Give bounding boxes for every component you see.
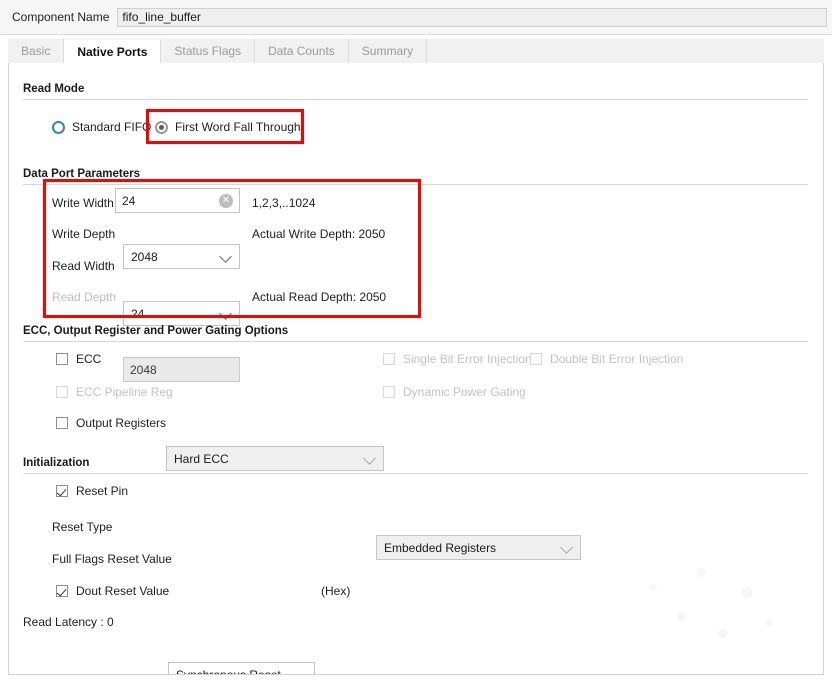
write-width-value: 24: [116, 194, 135, 208]
background-watermark: [609, 556, 809, 648]
read-mode-section-title: Read Mode: [23, 83, 84, 95]
chevron-down-icon: [363, 452, 376, 465]
tab-data-counts[interactable]: Data Counts: [255, 39, 349, 64]
checkbox-reset-pin-box: [56, 485, 68, 497]
chevron-down-icon: [294, 668, 307, 675]
read-depth-value: 2048: [124, 363, 157, 377]
actual-write-depth-note: Actual Write Depth: 2050: [252, 227, 385, 241]
radio-standard-fifo-label: Standard FIFO: [72, 120, 151, 134]
full-flags-reset-label: Full Flags Reset Value: [52, 552, 172, 566]
tab-status-flags[interactable]: Status Flags: [161, 39, 255, 64]
output-registers-dropdown[interactable]: Embedded Registers: [376, 535, 581, 560]
checkbox-ecc-pipeline-reg-label: ECC Pipeline Reg: [76, 385, 173, 399]
checkbox-reset-pin-label: Reset Pin: [76, 484, 128, 498]
checkbox-ecc-pipeline-reg-box: [56, 386, 68, 398]
write-depth-label: Write Depth: [52, 227, 117, 241]
checkbox-dout-reset-value[interactable]: Dout Reset Value: [56, 584, 169, 598]
read-depth-input: 2048: [123, 357, 240, 382]
native-ports-page: Read Mode Standard FIFO First Word Fall …: [8, 63, 824, 675]
read-latency-text: Read Latency : 0: [23, 615, 114, 629]
chevron-down-icon: [560, 541, 573, 554]
checkbox-reset-pin[interactable]: Reset Pin: [56, 484, 128, 498]
data-port-section-title: Data Port Parameters: [23, 168, 140, 180]
checkbox-ecc-pipeline-reg: ECC Pipeline Reg: [56, 385, 173, 399]
initialization-divider: [23, 473, 808, 474]
ecc-section-title: ECC, Output Register and Power Gating Op…: [23, 325, 288, 337]
checkbox-single-bit-error-injection: Single Bit Error Injection: [383, 352, 532, 366]
checkbox-output-registers-label: Output Registers: [76, 416, 166, 430]
radio-first-word-fall-through[interactable]: First Word Fall Through: [155, 120, 301, 134]
chevron-down-icon: [219, 307, 232, 320]
component-name-label: Component Name: [12, 10, 109, 24]
actual-read-depth-note: Actual Read Depth: 2050: [252, 290, 386, 304]
write-width-input[interactable]: 24 ✕: [115, 188, 240, 213]
radio-first-word-fall-through-indicator: [155, 121, 168, 134]
component-name-bar: Component Name: [0, 0, 832, 35]
checkbox-output-registers[interactable]: Output Registers: [56, 416, 166, 430]
radio-standard-fifo[interactable]: Standard FIFO: [52, 120, 151, 134]
initialization-section-title: Initialization: [23, 457, 89, 469]
checkbox-dout-reset-value-label: Dout Reset Value: [76, 584, 169, 598]
dout-reset-value-suffix: (Hex): [321, 584, 350, 598]
read-mode-divider: [23, 99, 808, 100]
radio-first-word-fall-through-label: First Word Fall Through: [175, 120, 301, 134]
write-depth-dropdown[interactable]: 2048: [123, 244, 240, 269]
data-port-divider: [23, 184, 808, 185]
reset-type-value: Synchronous Reset: [169, 668, 281, 676]
chevron-down-icon: [219, 250, 232, 263]
checkbox-ecc-label: ECC: [76, 352, 101, 366]
tab-native-ports[interactable]: Native Ports: [64, 40, 161, 65]
tab-summary[interactable]: Summary: [349, 39, 427, 64]
tab-basic[interactable]: Basic: [8, 39, 64, 64]
checkbox-double-bit-error-injection: Double Bit Error Injection: [530, 352, 683, 366]
radio-standard-fifo-indicator: [52, 121, 65, 134]
checkbox-ecc[interactable]: ECC: [56, 352, 101, 366]
read-width-dropdown[interactable]: 24: [123, 301, 240, 326]
write-width-label: Write Width: [52, 196, 117, 210]
read-depth-label: Read Depth: [52, 290, 117, 304]
checkbox-double-bit-error-injection-label: Double Bit Error Injection: [550, 352, 683, 366]
checkbox-single-bit-error-injection-label: Single Bit Error Injection: [403, 352, 532, 366]
clear-icon[interactable]: ✕: [219, 194, 233, 208]
ecc-divider: [23, 341, 808, 342]
component-name-input[interactable]: [117, 8, 827, 27]
reset-type-label: Reset Type: [52, 520, 112, 534]
write-depth-value: 2048: [124, 250, 158, 264]
checkbox-double-bit-error-injection-box: [530, 353, 542, 365]
reset-type-dropdown[interactable]: Synchronous Reset: [168, 662, 315, 675]
output-registers-value: Embedded Registers: [377, 541, 496, 555]
checkbox-dynamic-power-gating: Dynamic Power Gating: [383, 385, 526, 399]
checkbox-dynamic-power-gating-label: Dynamic Power Gating: [403, 385, 526, 399]
checkbox-dout-reset-value-box: [56, 585, 68, 597]
checkbox-single-bit-error-injection-box: [383, 353, 395, 365]
tab-strip: Basic Native Ports Status Flags Data Cou…: [8, 38, 824, 65]
ecc-type-value: Hard ECC: [167, 452, 229, 466]
checkbox-ecc-box: [56, 353, 68, 365]
checkbox-output-registers-box: [56, 417, 68, 429]
checkbox-dynamic-power-gating-box: [383, 386, 395, 398]
read-width-value: 24: [124, 307, 144, 321]
tab-strip-filler: [427, 39, 824, 64]
ecc-type-dropdown[interactable]: Hard ECC: [166, 446, 384, 471]
read-width-label: Read Width: [52, 259, 117, 273]
write-width-hint: 1,2,3,..1024: [252, 196, 315, 210]
